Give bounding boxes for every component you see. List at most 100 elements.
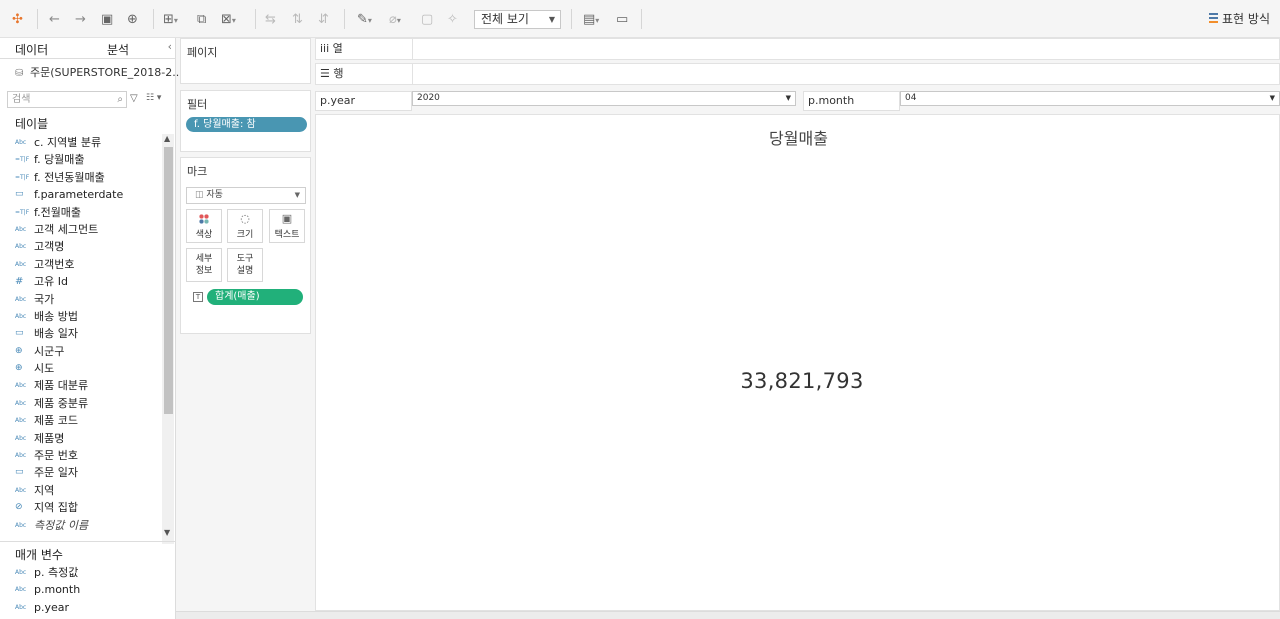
param-year-dropdown[interactable]: 2020 ▼	[412, 91, 796, 106]
undo-icon[interactable]: ←	[49, 11, 60, 29]
field-item[interactable]: Abc 배송 방법	[0, 308, 162, 325]
filter-pill[interactable]: f. 당월매출: 참	[186, 117, 307, 132]
view-mode-select[interactable]: 전체 보기 ▼	[474, 10, 561, 29]
tooltip-button[interactable]: 도구 설명	[227, 248, 263, 282]
group-icon[interactable]: ⌀▾	[389, 11, 401, 29]
rows-shelf-label: ☰ 행	[316, 64, 413, 84]
param-month-dropdown[interactable]: 04 ▼	[900, 91, 1280, 106]
filters-card[interactable]: 필터 f. 당월매출: 참	[180, 90, 311, 152]
field-item[interactable]: Abc 주문 번호	[0, 447, 162, 464]
field-label: c. 지역별 분류	[34, 136, 102, 149]
field-item[interactable]: # 고유 Id	[0, 273, 162, 290]
tableau-logo-icon[interactable]: ✣	[12, 11, 23, 29]
field-item[interactable]: Abc p. 측정값	[0, 564, 162, 581]
rows-shelf[interactable]: ☰ 행	[315, 63, 1280, 85]
sort-asc-icon[interactable]: ⇅	[292, 11, 303, 29]
field-item[interactable]: Abc 고객명	[0, 238, 162, 255]
string-calc-icon: Abc	[15, 139, 27, 146]
field-item[interactable]: =T|F f.전월매출	[0, 204, 162, 221]
field-label: 지역	[34, 483, 55, 497]
field-item[interactable]: Abc 고객 세그먼트	[0, 221, 162, 238]
scroll-thumb[interactable]	[164, 147, 173, 414]
view-options-icon[interactable]: ☷ ▾	[146, 93, 161, 103]
field-label: 국가	[34, 292, 55, 306]
globe-icon: ⊕	[15, 363, 23, 374]
field-label: p.year	[34, 600, 70, 614]
measure-pill[interactable]: 합계(매출)	[207, 289, 303, 305]
kpi-value[interactable]: 33,821,793	[316, 369, 1280, 393]
text-icon: ▣	[281, 212, 293, 225]
collapse-pane-icon[interactable]: ‹	[168, 40, 172, 53]
scroll-up-icon[interactable]: ▲	[164, 134, 170, 143]
field-label: 고객번호	[34, 257, 75, 271]
label-button[interactable]: ▣ 텍스트	[269, 209, 305, 243]
pin-icon[interactable]: ✧	[447, 11, 458, 29]
label-icon[interactable]: ▢	[421, 11, 433, 29]
mark-type-select[interactable]: ◫ 자동 ▼	[186, 187, 306, 204]
datasource-item[interactable]: ⛁ 주문(SUPERSTORE_2018-2...	[15, 64, 183, 80]
show-me-icon	[1209, 13, 1219, 24]
field-item[interactable]: Abc p.year	[0, 599, 162, 616]
field-item[interactable]: Abc 고객번호	[0, 256, 162, 273]
boolean-calc-icon: =T|F	[15, 173, 30, 181]
scroll-down-icon[interactable]: ▼	[164, 528, 170, 537]
tab-analysis[interactable]: 분석	[107, 41, 129, 58]
show-me-button[interactable]: 표현 방식	[1209, 10, 1270, 29]
detail-label-2: 정보	[195, 266, 213, 276]
size-button[interactable]: ◌ 크기	[227, 209, 263, 243]
string-icon: Abc	[15, 312, 27, 320]
swap-icon[interactable]: ⇆	[265, 11, 276, 29]
field-item[interactable]: Abc 국가	[0, 291, 162, 308]
field-item[interactable]: Abc p.month	[0, 581, 162, 598]
field-item[interactable]: ⊘ 지역 집합	[0, 499, 162, 516]
search-placeholder: 검색	[12, 94, 31, 105]
field-item[interactable]: ⊕ 시도	[0, 360, 162, 377]
field-item[interactable]: Abc 제품명	[0, 430, 162, 447]
toolbar: ✣ ← → ▣ ⊕ ⊞▾ ⧉ ⊠▾ ⇆ ⇅ ⇵ ✎▾ ⌀▾ ▢ ✧ 전체 보기 …	[0, 0, 1280, 38]
redo-icon[interactable]: →	[75, 11, 86, 29]
presentation-icon[interactable]: ▭	[616, 11, 628, 29]
string-icon: Abc	[15, 603, 27, 611]
tooltip-label-2: 설명	[236, 266, 254, 276]
field-item[interactable]: Abc 제품 코드	[0, 412, 162, 429]
filter-icon[interactable]: ▽	[130, 93, 138, 104]
show-me-label: 표현 방식	[1222, 12, 1270, 26]
field-item[interactable]: Abc 지역	[0, 482, 162, 499]
detail-button[interactable]: 세부 정보	[186, 248, 222, 282]
data-pane: 데이터 분석 ‹ ⛁ 주문(SUPERSTORE_2018-2... 검색 ⌕ ▽…	[0, 38, 183, 619]
field-item[interactable]: Abc c. 지역별 분류	[0, 134, 162, 151]
columns-shelf[interactable]: iii 열	[315, 38, 1280, 60]
field-list-scrollbar[interactable]: ▲ ▼	[162, 134, 174, 544]
view-canvas[interactable]: 당월매출 33,821,793	[315, 114, 1280, 611]
date-icon: ▭	[15, 467, 24, 478]
field-item[interactable]: Abc 측정값 이름	[0, 517, 162, 534]
field-label: 제품명	[34, 431, 65, 445]
field-item[interactable]: ▭ f.parameterdate	[0, 186, 162, 203]
field-item[interactable]: =T|F f. 당월매출	[0, 151, 162, 168]
highlight-icon[interactable]: ✎▾	[357, 11, 372, 29]
marks-title: 마크	[187, 165, 208, 178]
chevron-down-icon: ▼	[548, 15, 555, 24]
field-item[interactable]: =T|F f. 전년동월매출	[0, 169, 162, 186]
field-item[interactable]: Abc 제품 대분류	[0, 377, 162, 394]
string-icon: Abc	[15, 521, 27, 529]
pages-card[interactable]: 페이지	[180, 38, 311, 84]
show-cards-icon[interactable]: ▤▾	[583, 11, 599, 29]
text-encoding-icon[interactable]: T	[193, 292, 203, 302]
field-item[interactable]: ⊕ 시군구	[0, 343, 162, 360]
field-label: 주문 번호	[34, 449, 78, 463]
date-calc-icon: ▭	[15, 189, 24, 200]
duplicate-icon[interactable]: ⧉	[197, 11, 206, 29]
color-button[interactable]: 색상	[186, 209, 222, 243]
save-icon[interactable]: ▣	[101, 11, 113, 29]
tab-data[interactable]: 데이터	[15, 41, 48, 58]
field-item[interactable]: Abc 제품 중분류	[0, 395, 162, 412]
field-label: f. 전년동월매출	[34, 170, 105, 184]
field-item[interactable]: ▭ 배송 일자	[0, 325, 162, 342]
search-input[interactable]: 검색 ⌕	[7, 91, 127, 108]
sort-desc-icon[interactable]: ⇵	[318, 11, 329, 29]
new-worksheet-icon[interactable]: ⊞▾	[163, 11, 178, 29]
new-datasource-icon[interactable]: ⊕	[127, 11, 138, 29]
clear-icon[interactable]: ⊠▾	[221, 11, 236, 29]
field-item[interactable]: ▭ 주문 일자	[0, 464, 162, 481]
